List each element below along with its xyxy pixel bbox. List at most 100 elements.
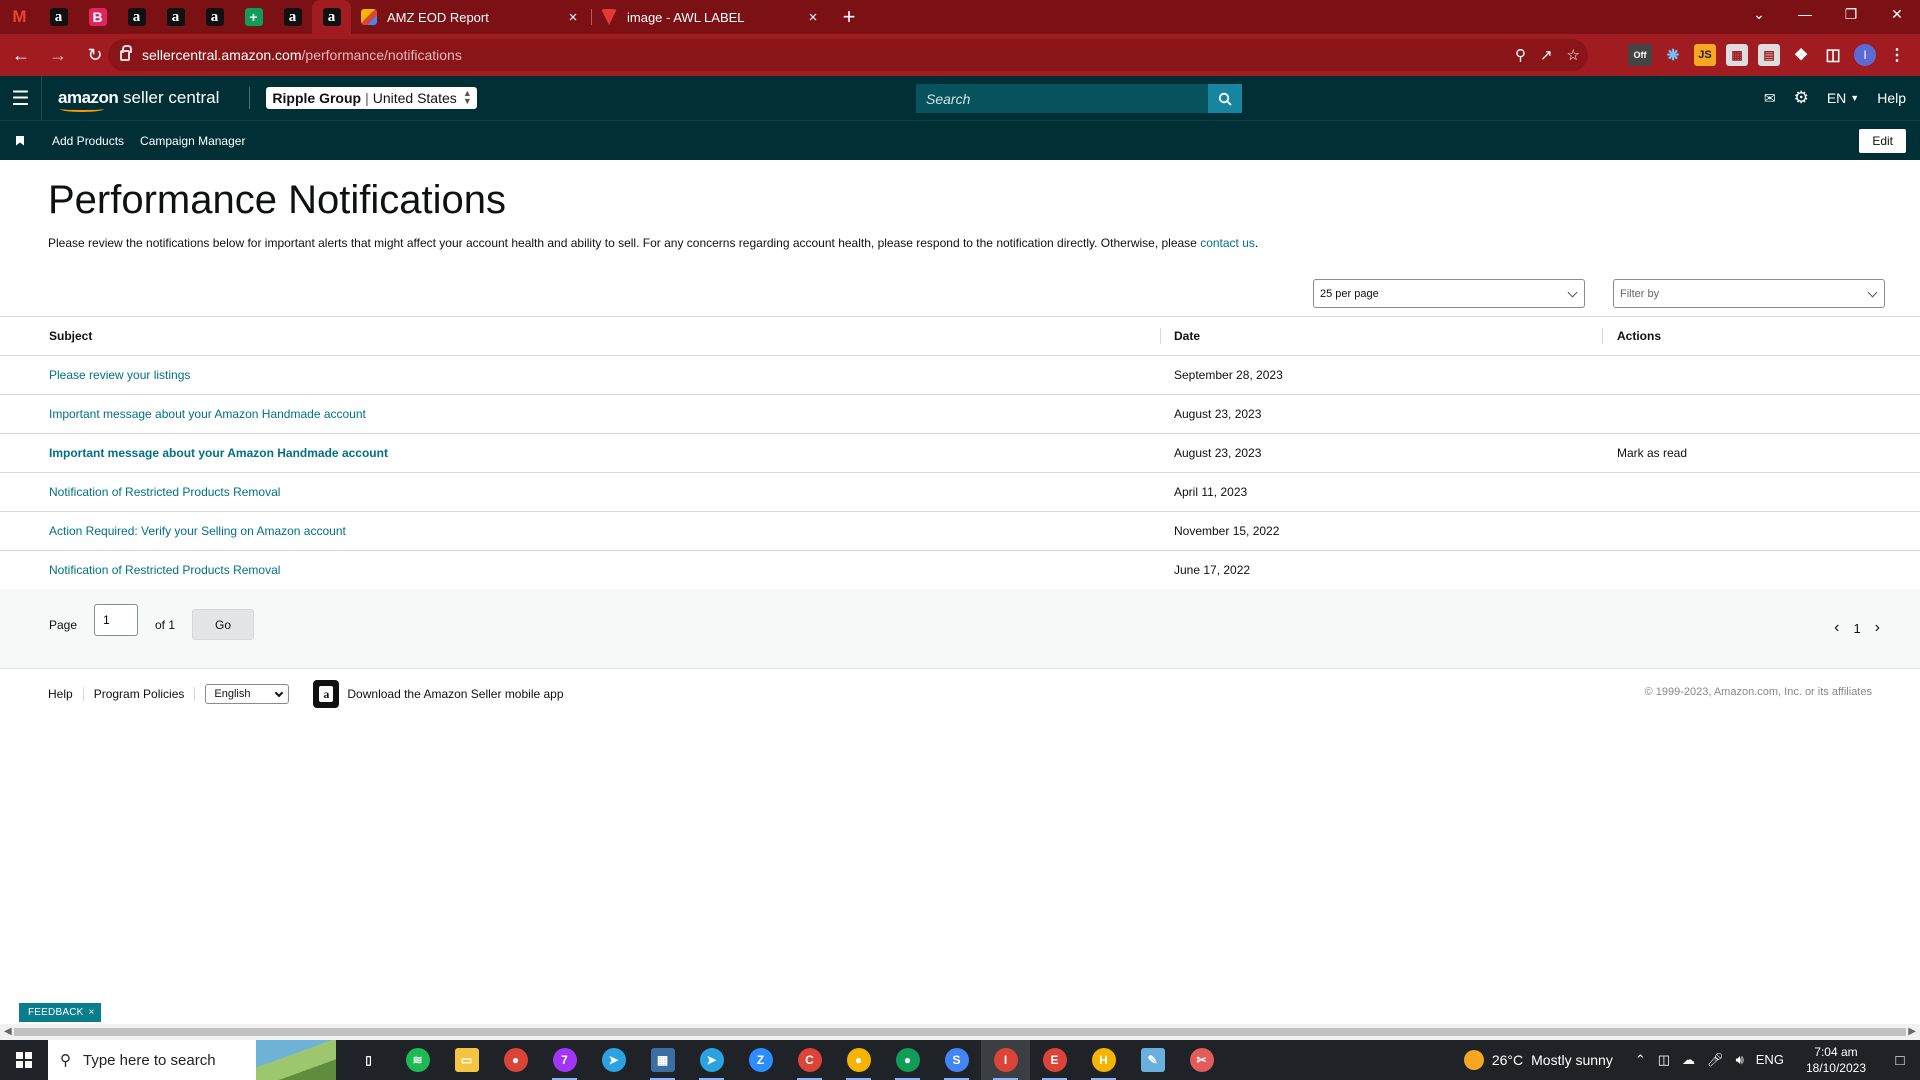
tab-search-icon[interactable]: ⌄ — [1736, 0, 1782, 28]
browser-menu-icon[interactable]: ⋮ — [1886, 44, 1908, 66]
notification-icon[interactable]: □ — [1880, 1040, 1920, 1080]
taskbar-app[interactable]: 7 — [540, 1040, 589, 1080]
new-tab-button[interactable]: + — [831, 0, 867, 34]
extension-off-icon[interactable]: Off — [1628, 44, 1652, 66]
notification-subject-link[interactable]: Please review your listings — [49, 368, 190, 382]
current-page[interactable]: 1 — [1853, 621, 1860, 636]
pinned-tab[interactable]: M — [0, 0, 39, 34]
browser-tab[interactable]: image - AWL LABEL × — [591, 0, 831, 34]
mail-icon[interactable]: ✉ — [1764, 90, 1776, 107]
mark-as-read-link[interactable]: Mark as read — [1617, 446, 1687, 460]
help-link[interactable]: Help — [1877, 90, 1906, 106]
zoom-icon[interactable]: ⚲ — [1515, 46, 1526, 64]
pinned-tab[interactable]: B — [78, 0, 117, 34]
extension-js-icon[interactable]: JS — [1694, 44, 1716, 66]
taskbar-app[interactable]: ▦ — [638, 1040, 687, 1080]
taskbar-search[interactable]: ⚲ Type here to search — [48, 1040, 336, 1080]
microphone-icon[interactable]: 🎤︎ — [1707, 1052, 1724, 1068]
notification-subject-link[interactable]: Action Required: Verify your Selling on … — [49, 524, 346, 538]
taskbar-app[interactable]: S — [932, 1040, 981, 1080]
profile-avatar[interactable]: I — [1854, 44, 1876, 66]
language-selector[interactable]: EN ▼ — [1827, 90, 1859, 106]
share-icon[interactable]: ↗ — [1540, 46, 1553, 64]
bookmark-campaign-manager[interactable]: Campaign Manager — [140, 134, 245, 148]
extension-puzzle-blue-icon[interactable]: ❋ — [1662, 44, 1684, 66]
input-language[interactable]: ENG — [1756, 1052, 1784, 1068]
feedback-close-icon[interactable]: × — [89, 1007, 95, 1018]
taskbar-app[interactable]: ➤ — [687, 1040, 736, 1080]
bookmark-star-icon[interactable]: ☆ — [1567, 46, 1580, 64]
pinned-tab[interactable]: a — [156, 0, 195, 34]
go-button[interactable]: Go — [192, 609, 254, 640]
account-switcher[interactable]: Ripple Group | United States ▲ ▼ — [266, 87, 477, 109]
taskbar-app[interactable]: ✂ — [1177, 1040, 1226, 1080]
taskbar-app[interactable]: ≋ — [393, 1040, 442, 1080]
taskbar-app[interactable]: ● — [491, 1040, 540, 1080]
extensions-puzzle-icon[interactable]: ❖ — [1790, 44, 1812, 66]
header-date[interactable]: Date — [1174, 329, 1200, 343]
pinned-tab[interactable]: a — [312, 0, 351, 34]
program-policies-link[interactable]: Program Policies — [94, 687, 185, 701]
taskbar-app[interactable]: ▭ — [442, 1040, 491, 1080]
edit-bookmarks-button[interactable]: Edit — [1859, 129, 1906, 153]
scrollbar-thumb[interactable] — [14, 1028, 1906, 1036]
horizontal-scrollbar[interactable]: ◀ ▶ — [0, 1024, 1920, 1040]
notification-subject-link[interactable]: Notification of Restricted Products Remo… — [49, 485, 280, 499]
taskbar-app[interactable]: H — [1079, 1040, 1128, 1080]
taskbar-app[interactable]: I — [981, 1040, 1030, 1080]
notification-subject-link[interactable]: Important message about your Amazon Hand… — [49, 446, 388, 460]
pinned-tab[interactable]: + — [234, 0, 273, 34]
taskbar-app[interactable]: ● — [883, 1040, 932, 1080]
tab-close-icon[interactable]: × — [805, 9, 821, 26]
header-subject[interactable]: Subject — [49, 329, 92, 343]
search-input[interactable] — [916, 84, 1208, 113]
footer-help-link[interactable]: Help — [48, 687, 73, 701]
footer-language-select[interactable]: English — [205, 684, 290, 704]
address-bar[interactable]: sellercentral.amazon.com/performance/not… — [108, 39, 1588, 71]
back-button[interactable]: ← — [5, 39, 37, 71]
side-panel-icon[interactable]: ◫ — [1822, 44, 1844, 66]
hamburger-menu-icon[interactable]: ☰ — [0, 76, 42, 120]
weather-widget[interactable]: 26°C Mostly sunny — [1463, 1050, 1613, 1070]
taskbar-app[interactable]: ▯ — [344, 1040, 393, 1080]
taskbar-app[interactable]: C — [785, 1040, 834, 1080]
filter-select[interactable]: Filter by — [1613, 279, 1885, 308]
extension-image-icon[interactable]: ▦ — [1726, 44, 1748, 66]
pinned-tab[interactable]: a — [117, 0, 156, 34]
seller-central-logo[interactable]: amazon seller central — [58, 88, 219, 112]
reload-button[interactable]: ↻ — [79, 39, 111, 71]
contact-us-link[interactable]: contact us — [1200, 236, 1255, 250]
extension-doc-icon[interactable]: ▤ — [1758, 44, 1780, 66]
search-button[interactable] — [1208, 84, 1242, 113]
windows-start-icon[interactable] — [0, 1040, 48, 1080]
prev-page-icon[interactable]: ‹ — [1834, 619, 1839, 637]
close-window-button[interactable]: ✕ — [1874, 0, 1920, 28]
lock-icon[interactable] — [120, 44, 132, 61]
onedrive-cloud-icon[interactable]: ☁ — [1682, 1052, 1695, 1068]
volume-icon[interactable]: 🔊︎ — [1736, 1052, 1744, 1068]
download-app-link[interactable]: Download the Amazon Seller mobile app — [347, 687, 563, 701]
restore-button[interactable]: ❐ — [1828, 0, 1874, 28]
bookmark-add-products[interactable]: Add Products — [52, 134, 124, 148]
tab-close-icon[interactable]: × — [565, 9, 581, 26]
scroll-left-icon[interactable]: ◀ — [4, 1026, 12, 1037]
pinned-tab[interactable]: a — [195, 0, 234, 34]
chevron-up-icon[interactable]: ⌃ — [1635, 1052, 1646, 1068]
page-number-input[interactable] — [94, 604, 138, 636]
taskbar-app[interactable]: ✎ — [1128, 1040, 1177, 1080]
gear-icon[interactable]: ⚙ — [1794, 88, 1809, 108]
notification-subject-link[interactable]: Notification of Restricted Products Remo… — [49, 563, 280, 577]
notification-subject-link[interactable]: Important message about your Amazon Hand… — [49, 407, 366, 421]
seller-app-icon[interactable]: a — [313, 680, 340, 708]
taskbar-app[interactable]: E — [1030, 1040, 1079, 1080]
per-page-select[interactable]: 25 per page — [1313, 279, 1585, 308]
taskbar-app[interactable]: ● — [834, 1040, 883, 1080]
taskbar-app[interactable]: Z — [736, 1040, 785, 1080]
clock[interactable]: 7:04 am 18/10/2023 — [1806, 1044, 1866, 1076]
browser-tab[interactable]: AMZ EOD Report × — [351, 0, 591, 34]
taskbar-app[interactable]: ➤ — [589, 1040, 638, 1080]
forward-button[interactable]: → — [42, 39, 74, 71]
pinned-tab[interactable]: a — [273, 0, 312, 34]
minimize-button[interactable]: — — [1782, 0, 1828, 28]
pinned-tab[interactable]: a — [39, 0, 78, 34]
